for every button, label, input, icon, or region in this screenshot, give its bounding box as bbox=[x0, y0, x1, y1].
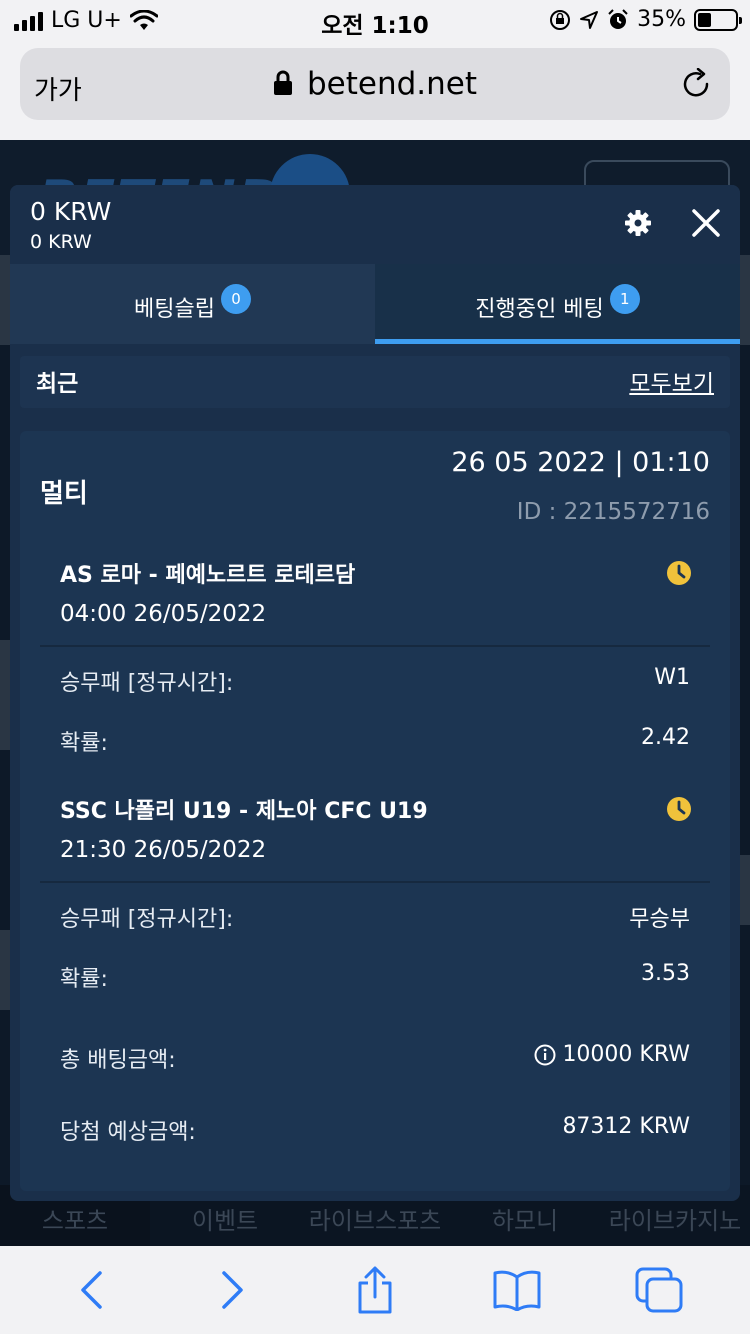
battery-percent: 35% bbox=[637, 7, 686, 32]
market-label: 승무패 [정규시간]: bbox=[60, 907, 234, 932]
event-title: AS 로마 - 페예노르트 로테르담 bbox=[60, 563, 356, 588]
info-icon[interactable] bbox=[534, 1044, 556, 1066]
book-icon bbox=[493, 1270, 541, 1311]
address-bar[interactable]: 가가 betend.net bbox=[20, 48, 730, 120]
view-all-link[interactable]: 모두보기 bbox=[629, 364, 714, 398]
reload-icon[interactable] bbox=[680, 68, 712, 100]
market-value: 무승부 bbox=[629, 907, 690, 932]
event-time: 21:30 26/05/2022 bbox=[60, 837, 267, 863]
status-bar: LG U+ 오전 1:10 35% bbox=[0, 0, 750, 40]
divider bbox=[40, 645, 710, 647]
odds-value: 3.53 bbox=[641, 961, 690, 986]
lock-icon bbox=[273, 70, 292, 95]
share-button[interactable] bbox=[345, 1260, 405, 1320]
url-text: betend.net bbox=[306, 66, 478, 102]
back-button[interactable] bbox=[61, 1260, 121, 1320]
market-value: W1 bbox=[654, 665, 690, 690]
count-badge: 0 bbox=[220, 284, 251, 314]
bet-card: 멀티 26 05 2022 | 01:10 ID : 2215572716 AS… bbox=[20, 431, 730, 1191]
count-badge: 1 bbox=[609, 284, 640, 314]
share-icon bbox=[358, 1266, 392, 1314]
browser-toolbar bbox=[0, 1246, 750, 1334]
location-icon bbox=[580, 10, 599, 29]
tab-label: 진행중인 베팅 bbox=[475, 297, 604, 322]
balance-main: 0 KRW bbox=[30, 197, 112, 226]
odds-label: 확률: bbox=[60, 967, 108, 992]
chevron-right-icon bbox=[222, 1271, 243, 1309]
tabs-button[interactable] bbox=[629, 1260, 689, 1320]
active-bets-content: 최근 모두보기 멀티 26 05 2022 | 01:10 ID : 22155… bbox=[20, 344, 730, 1201]
chevron-left-icon bbox=[81, 1271, 102, 1309]
rotation-lock-icon bbox=[550, 9, 571, 30]
tabs-icon bbox=[635, 1267, 683, 1313]
browser-url-area: 가가 betend.net bbox=[0, 40, 750, 140]
recent-title: 최근 bbox=[36, 371, 79, 397]
bookmarks-button[interactable] bbox=[487, 1260, 547, 1320]
odds-label: 확률: bbox=[60, 731, 108, 756]
battery-icon bbox=[694, 8, 742, 31]
bet-tabs: 베팅슬립 0 진행중인 베팅 1 bbox=[10, 264, 740, 344]
recent-header: 최근 모두보기 bbox=[20, 356, 730, 408]
bet-id: ID : 2215572716 bbox=[516, 499, 710, 525]
close-icon[interactable] bbox=[690, 207, 722, 239]
market-label: 승무패 [정규시간]: bbox=[60, 671, 234, 696]
gear-icon[interactable] bbox=[623, 208, 653, 238]
event-time: 04:00 26/05/2022 bbox=[60, 601, 267, 627]
forward-button[interactable] bbox=[203, 1260, 263, 1320]
balance-sub: 0 KRW bbox=[30, 231, 92, 253]
tab-bet-slip[interactable]: 베팅슬립 0 bbox=[10, 264, 375, 344]
clock-icon bbox=[667, 797, 691, 821]
clock-icon bbox=[667, 561, 691, 585]
bet-date: 26 05 2022 | 01:10 bbox=[451, 447, 710, 478]
payout-label: 당첨 예상금액: bbox=[60, 1120, 196, 1145]
event-title: SSC 나폴리 U19 - 제노아 CFC U19 bbox=[60, 799, 428, 824]
modal-header: 0 KRW 0 KRW bbox=[10, 185, 740, 264]
divider bbox=[40, 881, 710, 883]
bet-type: 멀티 bbox=[40, 479, 88, 509]
bet-slip-modal: 0 KRW 0 KRW 베팅슬립 0 진행중인 베팅 1 최근 모두보기 멀티 … bbox=[10, 185, 740, 1201]
alarm-icon bbox=[608, 8, 628, 29]
stake-label: 총 배팅금액: bbox=[60, 1048, 176, 1073]
tab-active-bets[interactable]: 진행중인 베팅 1 bbox=[375, 264, 740, 344]
payout-value: 87312 KRW bbox=[562, 1114, 690, 1139]
tab-label: 베팅슬립 bbox=[134, 297, 215, 322]
stake-value: 10000 KRW bbox=[562, 1042, 690, 1067]
odds-value: 2.42 bbox=[641, 725, 690, 750]
